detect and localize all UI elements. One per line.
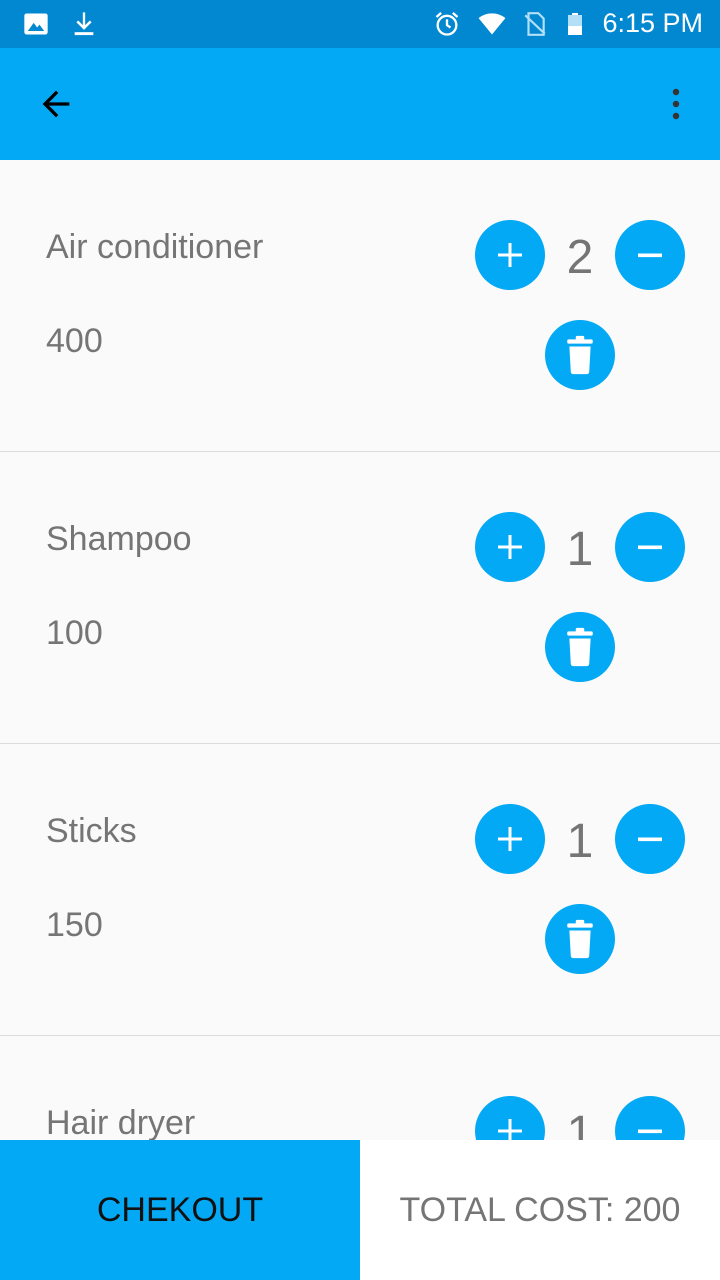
battery-icon xyxy=(568,13,582,35)
trash-icon xyxy=(567,627,593,667)
item-quantity: 1 xyxy=(566,523,594,576)
item-quantity: 2 xyxy=(566,231,594,284)
more-vert-icon[interactable] xyxy=(664,84,688,124)
cart-item: Shampoo 100 1 xyxy=(0,452,720,744)
trash-icon xyxy=(567,335,593,375)
bottom-bar: CHEKOUT TOTAL COST: 200 xyxy=(0,1140,720,1280)
increase-button[interactable] xyxy=(475,804,545,874)
plus-icon xyxy=(498,243,522,267)
checkout-button[interactable]: CHEKOUT xyxy=(0,1140,360,1280)
increase-button[interactable] xyxy=(475,220,545,290)
item-name: Air conditioner xyxy=(46,228,264,266)
minus-icon xyxy=(638,253,662,258)
item-name: Sticks xyxy=(46,812,137,850)
cart-list: Air conditioner 400 2 Shampoo 100 1 Stic… xyxy=(0,160,720,1140)
delete-button[interactable] xyxy=(545,904,615,974)
decrease-button[interactable] xyxy=(615,220,685,290)
alarm-icon xyxy=(435,12,459,36)
download-icon xyxy=(74,12,94,36)
cart-item: Hair dryer 1 xyxy=(0,1036,720,1140)
plus-icon xyxy=(498,827,522,851)
cart-item: Air conditioner 400 2 xyxy=(0,160,720,452)
delete-button[interactable] xyxy=(545,320,615,390)
plus-icon xyxy=(498,1119,522,1140)
item-name: Shampoo xyxy=(46,520,192,558)
trash-icon xyxy=(567,919,593,959)
total-cost: TOTAL COST: 200 xyxy=(360,1140,720,1280)
item-price: 100 xyxy=(46,614,103,652)
app-bar xyxy=(0,48,720,160)
decrease-button[interactable] xyxy=(615,1096,685,1140)
back-arrow-icon[interactable] xyxy=(36,84,76,124)
minus-icon xyxy=(638,545,662,550)
cart-item: Sticks 150 1 xyxy=(0,744,720,1036)
no-sim-icon xyxy=(524,12,546,36)
image-icon xyxy=(24,13,48,35)
item-name: Hair dryer xyxy=(46,1104,196,1140)
item-quantity: 1 xyxy=(566,1107,594,1140)
item-price: 400 xyxy=(46,322,103,360)
decrease-button[interactable] xyxy=(615,512,685,582)
decrease-button[interactable] xyxy=(615,804,685,874)
delete-button[interactable] xyxy=(545,612,615,682)
wifi-icon xyxy=(478,13,506,35)
item-price: 150 xyxy=(46,906,103,944)
minus-icon xyxy=(638,1129,662,1134)
minus-icon xyxy=(638,837,662,842)
plus-icon xyxy=(498,535,522,559)
increase-button[interactable] xyxy=(475,512,545,582)
item-quantity: 1 xyxy=(566,815,594,868)
status-bar: 6:15 PM xyxy=(0,0,720,48)
status-time: 6:15 PM xyxy=(602,8,703,38)
increase-button[interactable] xyxy=(475,1096,545,1140)
